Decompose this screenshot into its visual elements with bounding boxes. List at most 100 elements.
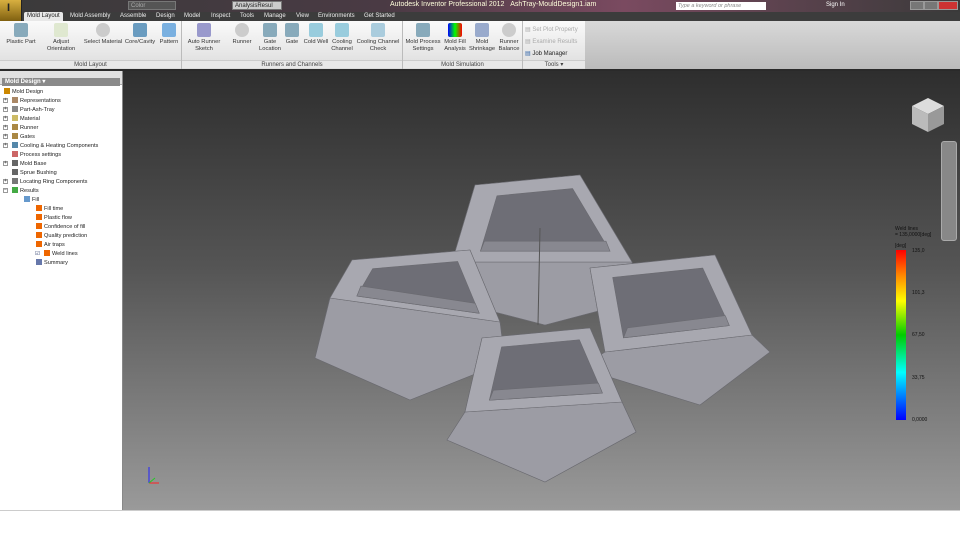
- select-material-button[interactable]: Select Material: [82, 23, 124, 46]
- tab-manage[interactable]: Manage: [264, 12, 286, 21]
- gate-location-button[interactable]: Gate Location: [257, 23, 283, 53]
- close-button[interactable]: [938, 1, 958, 10]
- legend-title: Weld lines = 135,0000[deg]: [895, 226, 932, 238]
- ribbon-tabs: Mold Layout Mold Assembly Assemble Desig…: [0, 12, 960, 21]
- tab-model[interactable]: Model: [184, 12, 200, 21]
- runner-icon: [235, 23, 249, 37]
- cooling-channel-button[interactable]: Cooling Channel: [330, 23, 354, 53]
- gate-button[interactable]: Gate: [283, 23, 301, 46]
- panel-label-tools[interactable]: Tools ▾: [523, 60, 585, 68]
- adjust-orientation-button[interactable]: Adjust Orientation: [44, 23, 78, 53]
- browser-node-label: Gates: [20, 134, 35, 140]
- job-manager-button[interactable]: ▤ Job Manager: [525, 50, 567, 57]
- browser-title-menu[interactable]: Mold Design ▾: [2, 78, 120, 86]
- maximize-button[interactable]: [924, 1, 938, 10]
- plastic-part-button[interactable]: Plastic Part: [4, 23, 38, 46]
- set-plot-property-button[interactable]: ▤ Set Plot Property: [525, 26, 578, 33]
- browser-node[interactable]: Air traps: [36, 241, 65, 249]
- tab-environments[interactable]: Environments: [318, 12, 355, 21]
- search-input[interactable]: Type a keyword or phrase: [676, 2, 766, 10]
- expand-toggle[interactable]: +: [3, 98, 8, 103]
- browser-node-label: Summary: [44, 260, 68, 266]
- browser-node-label: Confidence of fill: [44, 224, 86, 230]
- browser-node[interactable]: Part-Ash-Tray: [12, 106, 55, 114]
- pattern-button[interactable]: Pattern: [157, 23, 181, 46]
- tab-inspect[interactable]: Inspect: [211, 12, 230, 21]
- auto-runner-sketch-button[interactable]: Auto Runner Sketch: [185, 23, 223, 53]
- tab-mold-layout[interactable]: Mold Layout: [24, 12, 63, 21]
- application-menu-button[interactable]: I: [0, 0, 22, 21]
- tab-tools[interactable]: Tools: [240, 12, 254, 21]
- coordinate-triad-icon: [148, 467, 159, 484]
- 3d-viewport[interactable]: Weld lines = 135,0000[deg] [deg] 135,0 10…: [123, 71, 960, 510]
- expand-toggle[interactable]: +: [3, 107, 8, 112]
- node-icon: [12, 97, 18, 103]
- expand-toggle[interactable]: +: [3, 134, 8, 139]
- browser-node-label: Part-Ash-Tray: [20, 107, 55, 113]
- browser-node-label: Runner: [20, 125, 39, 131]
- checkbox-checked-icon[interactable]: ☑: [35, 250, 40, 258]
- node-icon: [12, 124, 18, 130]
- quick-access-toolbar[interactable]: [26, 1, 121, 10]
- style-combo[interactable]: Color: [128, 1, 176, 10]
- expand-toggle[interactable]: −: [3, 188, 8, 193]
- viewcube[interactable]: [908, 96, 948, 136]
- job-manager-icon: ▤: [525, 51, 531, 57]
- browser-node[interactable]: Mold Base: [12, 160, 46, 168]
- examine-results-button[interactable]: ▤ Examine Results: [525, 38, 577, 45]
- node-icon: [12, 187, 18, 193]
- tab-view[interactable]: View: [296, 12, 309, 21]
- browser-node[interactable]: Representations: [12, 97, 61, 105]
- browser-node-label: Locating Ring Components: [20, 179, 88, 185]
- mold-process-settings-button[interactable]: Mold Process Settings: [404, 23, 442, 53]
- browser-node[interactable]: Gates: [12, 133, 35, 141]
- core-cavity-button[interactable]: Core/Cavity: [124, 23, 156, 46]
- legend-tick: 135,0: [912, 248, 925, 254]
- expand-toggle[interactable]: +: [3, 179, 8, 184]
- browser-node[interactable]: Sprue Bushing: [12, 169, 57, 177]
- navigation-bar[interactable]: [941, 141, 957, 241]
- runner-balance-button[interactable]: Runner Balance: [497, 23, 521, 53]
- mold-fill-analysis-button[interactable]: Mold Fill Analysis: [442, 23, 468, 53]
- browser-node[interactable]: Locating Ring Components: [12, 178, 87, 186]
- browser-node[interactable]: Process settings: [12, 151, 61, 159]
- browser-node-label: Cooling & Heating Components: [20, 143, 99, 149]
- material-icon: [96, 23, 110, 37]
- browser-node[interactable]: Material: [12, 115, 40, 123]
- browser-node[interactable]: Summary: [36, 259, 68, 267]
- expand-toggle[interactable]: +: [3, 161, 8, 166]
- cold-well-button[interactable]: Cold Well: [302, 23, 330, 46]
- sign-in-button[interactable]: Sign In: [826, 2, 845, 8]
- expand-toggle[interactable]: +: [3, 143, 8, 148]
- grid-icon: [197, 23, 211, 37]
- minimize-button[interactable]: [910, 1, 924, 10]
- expand-toggle[interactable]: +: [3, 125, 8, 130]
- node-icon: [12, 169, 18, 175]
- expand-toggle[interactable]: +: [3, 116, 8, 121]
- analysis-combo[interactable]: AnalysisResul: [232, 1, 282, 10]
- browser-node[interactable]: Quality prediction: [36, 232, 87, 240]
- tab-assemble[interactable]: Assemble: [120, 12, 146, 21]
- browser-node[interactable]: Fill time: [36, 205, 63, 213]
- browser-node[interactable]: Cooling & Heating Components: [12, 142, 98, 150]
- browser-node[interactable]: Plastic flow: [36, 214, 72, 222]
- browser-node[interactable]: Results: [12, 187, 39, 195]
- browser-node[interactable]: Mold Design: [4, 88, 43, 96]
- browser-node[interactable]: Runner: [12, 124, 38, 132]
- runner-balance-icon: [502, 23, 516, 37]
- browser-node-label: Results: [20, 188, 39, 194]
- tab-design[interactable]: Design: [156, 12, 175, 21]
- tab-mold-assembly[interactable]: Mold Assembly: [70, 12, 110, 21]
- browser-node[interactable]: Confidence of fill: [36, 223, 85, 231]
- tab-get-started[interactable]: Get Started: [364, 12, 395, 21]
- gate-icon: [285, 23, 299, 37]
- runner-button[interactable]: Runner: [228, 23, 256, 46]
- browser-node[interactable]: Fill: [24, 196, 39, 204]
- node-icon: [12, 142, 18, 148]
- fill-analysis-icon: [448, 23, 462, 37]
- browser-node[interactable]: ☑ Weld lines: [35, 250, 78, 258]
- ashtray-model[interactable]: [123, 71, 960, 510]
- cooling-channel-check-button[interactable]: Cooling Channel Check: [355, 23, 401, 53]
- node-icon: [36, 259, 42, 265]
- mold-shrinkage-button[interactable]: Mold Shrinkage: [468, 23, 496, 53]
